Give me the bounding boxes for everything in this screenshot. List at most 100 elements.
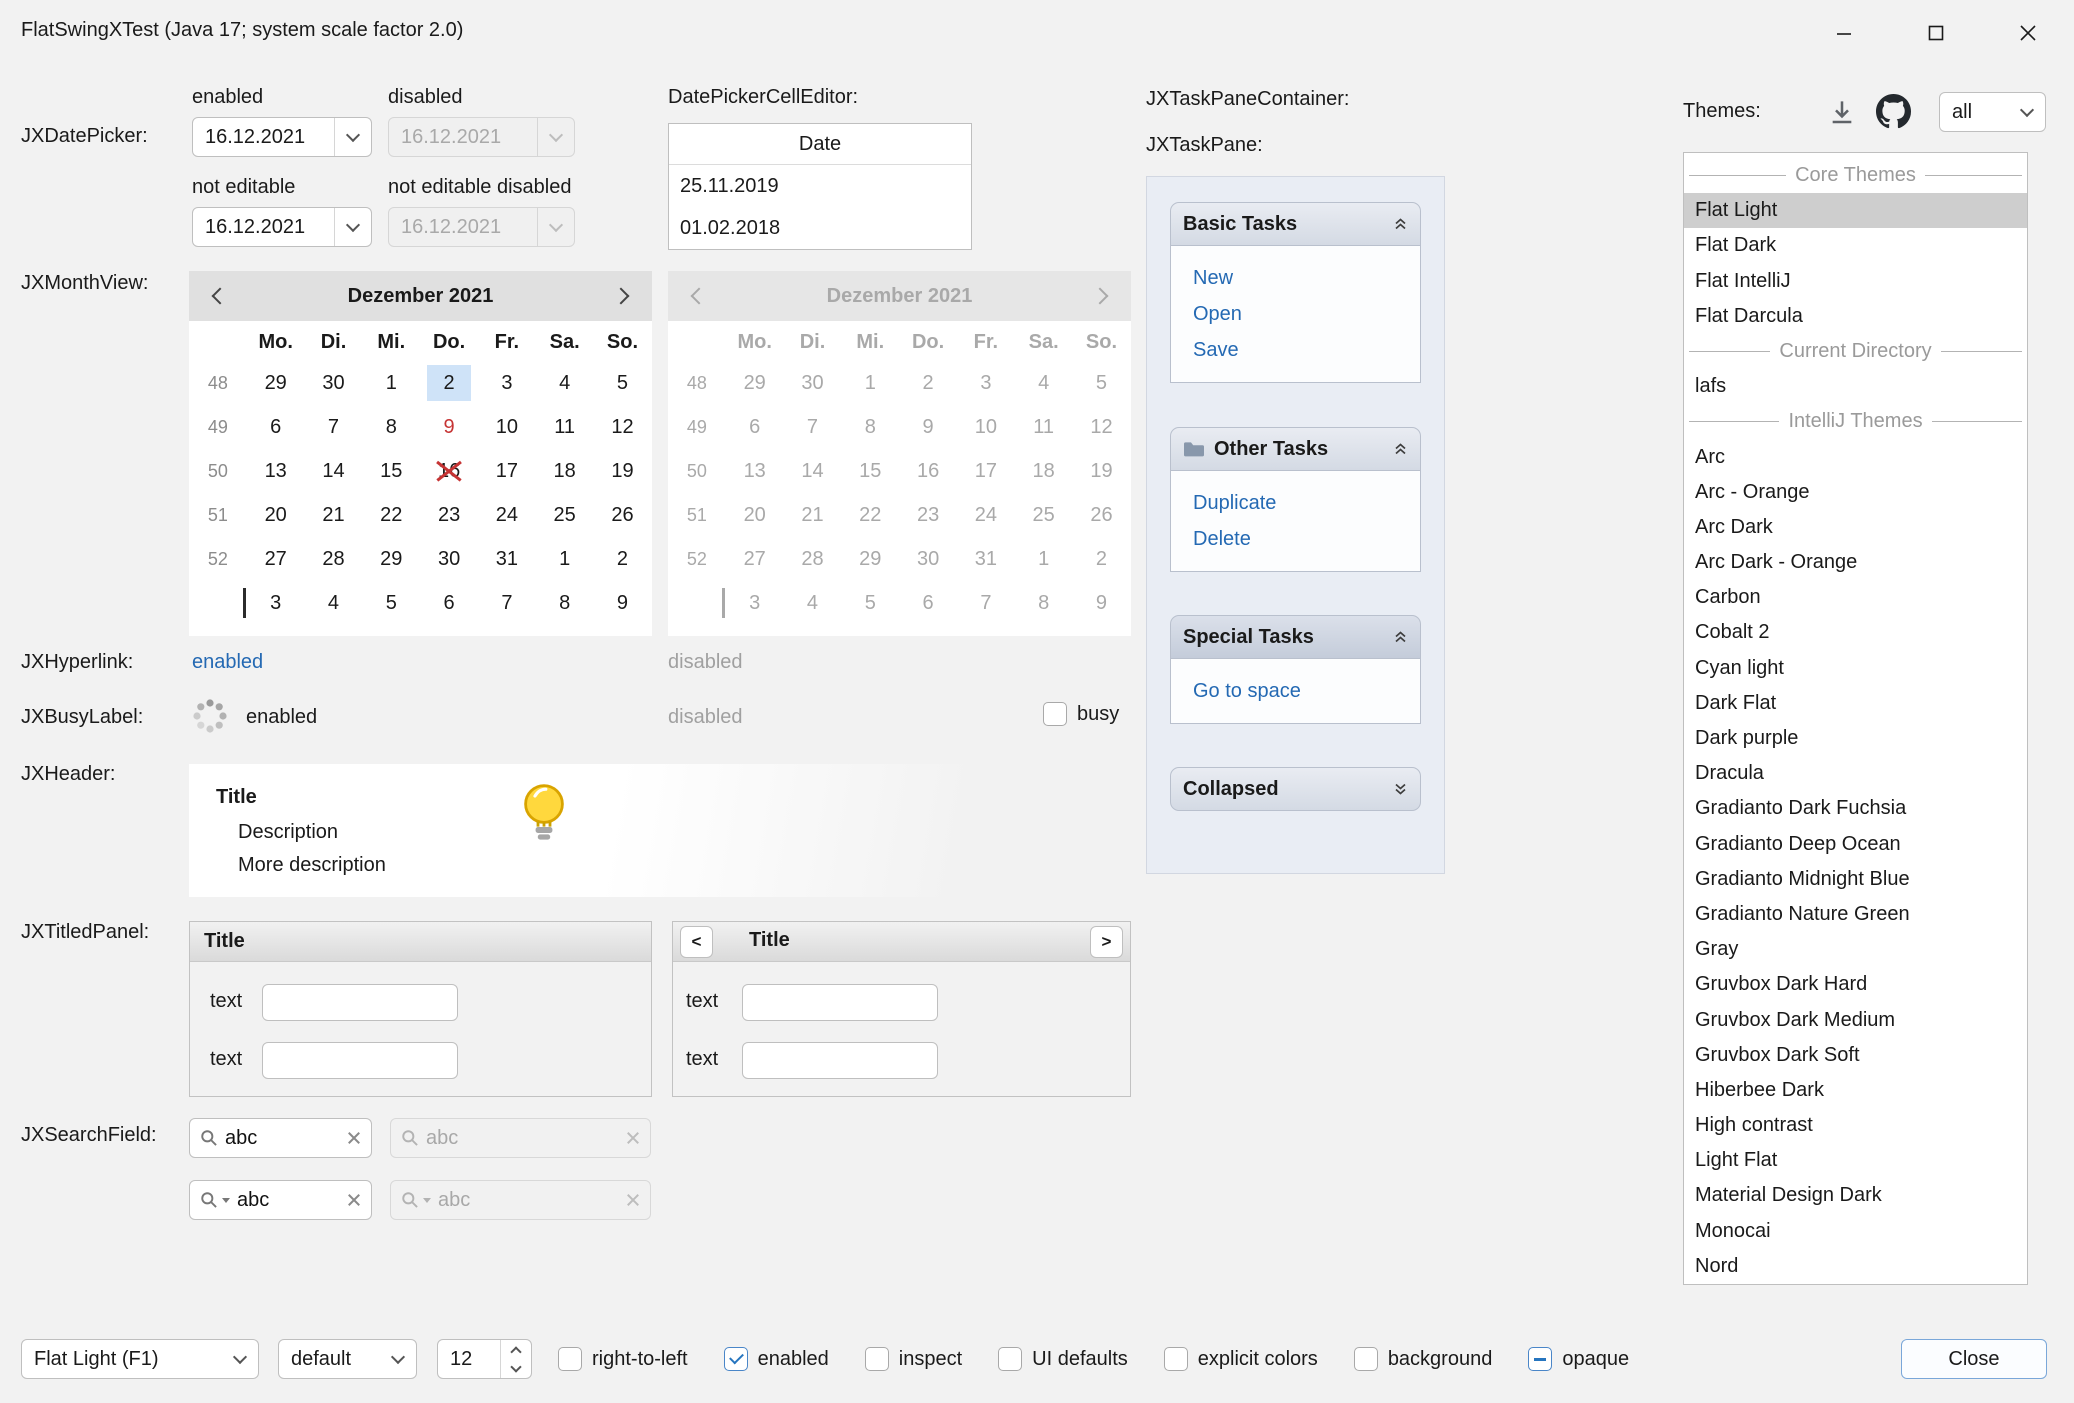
laf-combo[interactable]: Flat Light (F1) [21, 1339, 259, 1379]
checkbox-opaque[interactable]: opaque [1528, 1347, 1629, 1371]
day-cell[interactable]: 13 [247, 449, 305, 493]
theme-list-item[interactable]: Material Design Dark [1684, 1178, 2027, 1213]
theme-list-item[interactable]: Hiberbee Dark [1684, 1073, 2027, 1108]
day-cell[interactable]: 19 [594, 449, 652, 493]
theme-list-item[interactable]: Nord [1684, 1249, 2027, 1284]
taskpane-item[interactable]: New [1171, 260, 1420, 296]
day-cell[interactable]: 26 [594, 493, 652, 537]
datepicker-dropdown-button[interactable] [334, 118, 371, 156]
day-cell[interactable]: 4 [305, 581, 363, 625]
day-cell[interactable]: 10 [478, 405, 536, 449]
checkbox-ui-defaults[interactable]: UI defaults [998, 1347, 1128, 1371]
day-cell[interactable]: 21 [305, 493, 363, 537]
day-cell[interactable]: 16 [420, 449, 478, 493]
day-cell[interactable]: 8 [362, 405, 420, 449]
day-cell[interactable]: 23 [420, 493, 478, 537]
theme-list-item[interactable]: Gray [1684, 932, 2027, 967]
font-combo[interactable]: default [278, 1339, 417, 1379]
taskpane-item[interactable]: Go to space [1171, 673, 1420, 709]
taskpane-header[interactable]: Collapsed [1170, 767, 1421, 811]
taskpane-item[interactable]: Duplicate [1171, 485, 1420, 521]
busy-checkbox[interactable] [1043, 702, 1067, 726]
collapse-icon[interactable] [1393, 217, 1408, 231]
theme-list-item[interactable]: Dark purple [1684, 721, 2027, 756]
datepicker-dropdown-button[interactable] [334, 208, 371, 246]
theme-list-item[interactable]: High contrast [1684, 1108, 2027, 1143]
day-cell[interactable]: 31 [478, 537, 536, 581]
day-cell[interactable]: 5 [594, 361, 652, 405]
taskpane-header[interactable]: Special Tasks [1170, 615, 1421, 659]
theme-list-item[interactable]: Gradianto Dark Fuchsia [1684, 791, 2027, 826]
day-cell[interactable]: 17 [478, 449, 536, 493]
prev-month-button[interactable] [197, 274, 243, 318]
font-size-spinner[interactable]: 12 [437, 1339, 532, 1379]
taskpane-item[interactable]: Open [1171, 296, 1420, 332]
spinner-down-button[interactable] [501, 1359, 531, 1378]
theme-list-item[interactable]: Flat Light [1684, 193, 2027, 228]
search-menu-arrow-icon[interactable] [222, 1198, 230, 1203]
theme-list-item[interactable]: Gradianto Deep Ocean [1684, 827, 2027, 862]
collapse-icon[interactable] [1393, 442, 1408, 456]
day-cell[interactable]: 29 [362, 537, 420, 581]
table-row[interactable]: 25.11.2019 [669, 165, 971, 207]
theme-list-item[interactable]: Dracula [1684, 756, 2027, 791]
day-cell[interactable]: 6 [420, 581, 478, 625]
close-button[interactable]: Close [1901, 1339, 2047, 1379]
checkbox-box[interactable] [724, 1347, 748, 1371]
taskpane-item[interactable]: Delete [1171, 521, 1420, 557]
search-input[interactable] [237, 1189, 340, 1212]
clear-search-icon[interactable] [347, 1131, 361, 1145]
checkbox-box[interactable] [1354, 1347, 1378, 1371]
busy-checkbox-group[interactable]: busy [1043, 702, 1119, 726]
datepicker-enabled[interactable]: 16.12.2021 [192, 117, 372, 157]
checkbox-enabled[interactable]: enabled [724, 1347, 829, 1371]
day-cell[interactable]: 9 [420, 405, 478, 449]
day-cell[interactable]: 2 [420, 361, 478, 405]
day-cell[interactable]: 18 [536, 449, 594, 493]
clear-search-icon[interactable] [347, 1193, 361, 1207]
day-cell[interactable]: 22 [362, 493, 420, 537]
day-cell[interactable]: 2 [594, 537, 652, 581]
theme-list-item[interactable]: Gradianto Midnight Blue [1684, 862, 2027, 897]
day-cell[interactable]: 12 [594, 405, 652, 449]
theme-list-item[interactable]: Flat Darcula [1684, 299, 2027, 334]
day-cell[interactable]: 9 [594, 581, 652, 625]
day-cell[interactable]: 30 [420, 537, 478, 581]
day-cell[interactable]: 15 [362, 449, 420, 493]
theme-list-item[interactable]: Cobalt 2 [1684, 615, 2027, 650]
expand-icon[interactable] [1393, 782, 1408, 796]
hyperlink-enabled[interactable]: enabled [192, 651, 263, 674]
day-cell[interactable]: 6 [247, 405, 305, 449]
checkbox-box[interactable] [1528, 1347, 1552, 1371]
maximize-button[interactable] [1890, 0, 1982, 66]
text-input[interactable] [262, 1042, 458, 1079]
theme-list-item[interactable]: Arc [1684, 440, 2027, 475]
text-input[interactable] [262, 984, 458, 1021]
theme-list-item[interactable]: lafs [1684, 369, 2027, 404]
day-cell[interactable]: 3 [247, 581, 305, 625]
theme-list-item[interactable]: Monocai [1684, 1214, 2027, 1249]
theme-list-item[interactable]: Gruvbox Dark Soft [1684, 1038, 2027, 1073]
day-cell[interactable]: 3 [478, 361, 536, 405]
theme-list-item[interactable]: Dark Flat [1684, 686, 2027, 721]
checkbox-right-to-left[interactable]: right-to-left [558, 1347, 688, 1371]
checkbox-box[interactable] [1164, 1347, 1188, 1371]
download-themes-icon[interactable] [1826, 96, 1858, 134]
day-cell[interactable]: 25 [536, 493, 594, 537]
theme-list-item[interactable]: Arc Dark - Orange [1684, 545, 2027, 580]
theme-list-item[interactable]: Cyan light [1684, 651, 2027, 686]
theme-list-item[interactable]: Arc Dark [1684, 510, 2027, 545]
titled-panel-next-button[interactable]: > [1090, 926, 1123, 958]
day-cell[interactable]: 20 [247, 493, 305, 537]
theme-list-item[interactable]: Flat Dark [1684, 228, 2027, 263]
github-icon[interactable] [1876, 94, 1911, 135]
day-cell[interactable]: 24 [478, 493, 536, 537]
search-field-enabled[interactable] [189, 1118, 372, 1158]
checkbox-box[interactable] [865, 1347, 889, 1371]
checkbox-box[interactable] [998, 1347, 1022, 1371]
theme-list-item[interactable]: Gradianto Nature Green [1684, 897, 2027, 932]
close-window-button[interactable] [1982, 0, 2074, 66]
day-cell[interactable]: 5 [362, 581, 420, 625]
checkbox-explicit-colors[interactable]: explicit colors [1164, 1347, 1318, 1371]
day-cell[interactable]: 14 [305, 449, 363, 493]
